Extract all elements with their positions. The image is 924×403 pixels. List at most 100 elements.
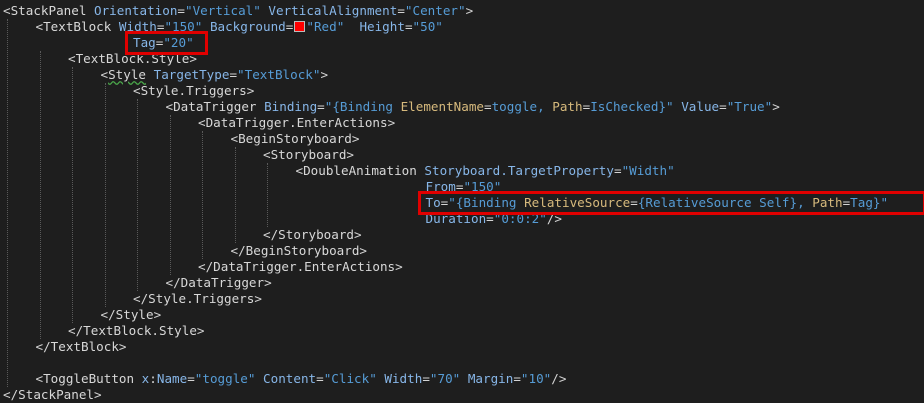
code-text: </Style> xyxy=(101,307,162,323)
code-token: < xyxy=(165,99,174,114)
code-token: > xyxy=(772,99,780,114)
code-token: < xyxy=(35,371,44,386)
code-token: > xyxy=(254,291,262,306)
code-token: ElementName xyxy=(400,99,484,114)
code-line: <StackPanel Orientation="Vertical" Verti… xyxy=(0,3,924,19)
code-token: < xyxy=(263,147,271,162)
code-token: Orientation xyxy=(94,3,178,18)
code-token: "50" xyxy=(412,19,443,34)
code-line: <Storyboard> xyxy=(0,147,924,163)
code-token: < xyxy=(3,3,11,18)
code-token: > xyxy=(395,259,403,274)
code-token: > xyxy=(346,147,355,162)
code-token: </ xyxy=(133,291,149,306)
color-swatch-icon xyxy=(294,21,306,32)
code-token: "{Binding xyxy=(324,99,401,114)
code-token: > xyxy=(118,339,127,354)
code-token: DataTrigger.EnterActions xyxy=(213,259,396,274)
code-token: > xyxy=(196,323,205,338)
code-token: > xyxy=(354,227,362,242)
code-text: <DoubleAnimation Storyboard.TargetProper… xyxy=(296,163,675,179)
code-token: = xyxy=(719,99,727,114)
code-token: DoubleAnimation xyxy=(303,163,425,178)
code-token: > xyxy=(153,307,162,322)
code-token: > xyxy=(264,275,272,290)
code-token: "True" xyxy=(726,99,773,114)
code-token: < xyxy=(295,163,304,178)
code-token: Storyboard xyxy=(270,147,347,162)
code-line: </Style> xyxy=(0,307,924,323)
code-token: StackPanel xyxy=(10,3,94,18)
code-token: = xyxy=(285,19,294,34)
code-token: > xyxy=(465,3,474,18)
code-token: = xyxy=(229,67,238,82)
code-token: /> xyxy=(551,371,567,386)
code-line: <Style.Triggers> xyxy=(0,83,924,99)
code-token: Width xyxy=(384,371,423,386)
code-text: <ToggleButton x:Name="toggle" Content="C… xyxy=(36,371,567,387)
highlight-box-to-binding xyxy=(417,191,924,215)
code-token: = xyxy=(177,3,185,18)
code-token: DataTrigger.EnterActions xyxy=(205,115,388,130)
code-line: </BeginStoryboard> xyxy=(0,243,924,259)
code-text: <TextBlock Width="150" Background= "Red" … xyxy=(36,19,443,35)
code-token: </ xyxy=(165,275,181,290)
code-token: = xyxy=(422,371,430,386)
code-token: "Center" xyxy=(404,3,466,18)
code-editor[interactable]: <StackPanel Orientation="Vertical" Verti… xyxy=(0,0,924,403)
code-token: Content xyxy=(263,371,317,386)
code-token: Value xyxy=(681,99,720,114)
code-text: <StackPanel Orientation="Vertical" Verti… xyxy=(3,3,473,19)
code-token: Style.Triggers xyxy=(140,83,247,98)
code-line: <BeginStoryboard> xyxy=(0,131,924,147)
code-token: "70" xyxy=(429,371,468,386)
code-token: </ xyxy=(198,259,214,274)
code-token: < xyxy=(198,115,206,130)
code-token: = xyxy=(404,19,413,34)
code-text: </BeginStoryboard> xyxy=(231,243,368,259)
code-token: </ xyxy=(100,307,116,322)
code-line: <DataTrigger.EnterActions> xyxy=(0,115,924,131)
code-token: Style xyxy=(108,67,147,82)
code-token: DataTrigger xyxy=(180,275,265,290)
code-token: > xyxy=(320,67,329,82)
code-token: < xyxy=(35,19,44,34)
code-line: <Style TargetType="TextBlock"> xyxy=(0,67,924,83)
code-token: = xyxy=(317,99,325,114)
code-token: Storyboard.TargetProperty xyxy=(424,163,614,178)
code-line: </DataTrigger.EnterActions> xyxy=(0,259,924,275)
code-token: Binding xyxy=(264,99,318,114)
code-token: > xyxy=(359,243,367,258)
code-token: = xyxy=(484,99,492,114)
code-text: </Storyboard> xyxy=(263,227,362,243)
code-text: <Storyboard> xyxy=(263,147,354,163)
code-token: Style xyxy=(115,307,154,322)
code-token: TextBlock.Style xyxy=(83,323,197,338)
code-token: DataTrigger xyxy=(173,99,265,114)
code-token: = xyxy=(513,371,521,386)
code-text: <BeginStoryboard> xyxy=(231,131,360,147)
code-text: <DataTrigger.EnterActions> xyxy=(198,115,395,131)
code-token: </ xyxy=(35,339,51,354)
code-token: "10" xyxy=(520,371,552,386)
code-line: </StackPanel> xyxy=(0,387,924,403)
code-token: TextBlock xyxy=(43,19,119,34)
code-token: > xyxy=(387,115,396,130)
code-token: = xyxy=(187,371,195,386)
code-token: </ xyxy=(68,323,84,338)
code-token: </ xyxy=(263,227,279,242)
code-token: < xyxy=(68,51,76,66)
code-token: </ xyxy=(3,387,19,402)
code-token: = xyxy=(316,371,324,386)
code-token: Height xyxy=(359,19,405,34)
code-token: < xyxy=(133,83,141,98)
code-token: ToggleButton xyxy=(43,371,142,386)
code-text: </Style.Triggers> xyxy=(133,291,262,307)
code-token: toggle, xyxy=(491,99,553,114)
code-token: Background xyxy=(209,19,286,34)
code-text: </DataTrigger.EnterActions> xyxy=(198,259,403,275)
code-token: IsChecked}" xyxy=(590,99,682,114)
code-token: Storyboard xyxy=(278,227,354,242)
